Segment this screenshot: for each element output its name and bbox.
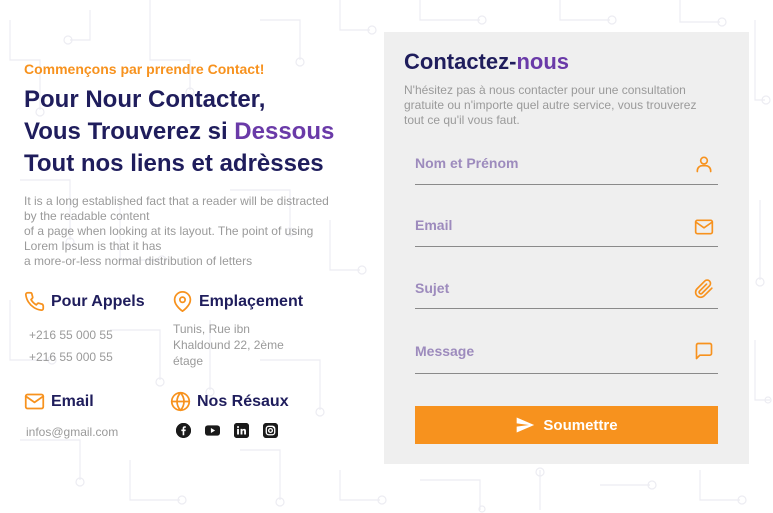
address-line-3: étage — [173, 354, 204, 368]
phone-number-2[interactable]: +216 55 000 55 — [29, 349, 145, 365]
mail-icon — [24, 393, 45, 410]
form-title-accent: nous — [516, 49, 570, 74]
headline-line-2-accent: Dessous — [234, 118, 335, 145]
phone-icon — [24, 291, 45, 312]
message-square-icon — [695, 342, 713, 360]
email-title-text: Email — [51, 392, 94, 410]
linkedin-icon[interactable] — [234, 423, 249, 438]
form-title-part-1: Contactez- — [404, 49, 517, 74]
intro-section: Commençons par prrendre Contact! Pour No… — [24, 60, 374, 269]
location-title-text: Emplaçement — [199, 292, 304, 310]
form-desc-line-1: N'hésitez pas à nous contacter pour une … — [404, 83, 686, 97]
subject-field-placeholder: Sujet — [415, 280, 450, 296]
desc-line-2: by the readable content — [24, 209, 150, 223]
message-field-placeholder: Message — [415, 343, 475, 359]
phone-number-1[interactable]: +216 55 000 55 — [29, 327, 145, 343]
subject-field[interactable]: Sujet — [415, 274, 718, 309]
intro-description: It is a long established fact that a rea… — [24, 194, 374, 269]
map-pin-icon — [173, 291, 192, 312]
youtube-icon[interactable] — [205, 423, 220, 438]
form-desc-line-2: gratuite ou n'importe quel autre service… — [404, 98, 697, 112]
message-field[interactable]: Message — [415, 336, 718, 374]
name-field[interactable]: Nom et Prénom — [415, 150, 718, 185]
form-description: N'hésitez pas à nous contacter pour une … — [404, 83, 724, 128]
form-desc-line-3: tout ce qu'il vous faut. — [404, 113, 520, 127]
contact-form-panel: Contactez-nous N'hésitez pas à nous cont… — [384, 32, 749, 464]
headline-line-2-part-1: Vous Trouverez si — [24, 118, 235, 145]
mail-icon — [694, 219, 714, 235]
paperclip-icon — [694, 279, 713, 299]
user-icon — [696, 156, 712, 173]
kicker-text: Commençons par prrendre Contact! — [24, 61, 265, 77]
email-field-placeholder: Email — [415, 217, 453, 233]
location-title: Emplaçement — [172, 291, 303, 312]
desc-line-5: a more-or-less normal distribution of le… — [24, 254, 253, 268]
networks-title-text: Nos Résaux — [197, 392, 289, 410]
submit-button-label: Soumettre — [543, 416, 618, 434]
desc-line-1: It is a long established fact that a rea… — [24, 194, 329, 208]
email-address-link[interactable]: infos@gmail.com — [26, 424, 118, 440]
submit-button[interactable]: Soumettre — [415, 406, 718, 444]
desc-line-4: Lorem Ipsum is that it has — [24, 239, 162, 253]
calls-title: Pour Appels — [24, 291, 145, 312]
facebook-icon[interactable] — [176, 423, 191, 438]
networks-title: Nos Résaux — [170, 391, 289, 412]
email-title: Email — [24, 391, 118, 412]
networks-block: Nos Résaux — [170, 391, 289, 438]
social-links — [176, 423, 289, 438]
location-block: Emplaçement Tunis, Rue ibn Khaldound 22,… — [172, 291, 303, 369]
desc-line-3: of a page when looking at its layout. Th… — [24, 224, 314, 238]
address-line-1: Tunis, Rue ibn — [173, 322, 250, 336]
globe-icon — [170, 391, 191, 412]
headline-line-2: Vous Trouverez si Dessous — [24, 116, 374, 148]
email-field[interactable]: Email — [415, 212, 718, 247]
email-block: Email infos@gmail.com — [24, 391, 118, 440]
address-line-2: Khaldound 22, 2ème — [173, 338, 284, 352]
form-title: Contactez-nous — [404, 49, 729, 75]
headline-line-3: Tout nos liens et adrèsses — [24, 150, 324, 177]
headline-line-1: Pour Nour Contacter, — [24, 86, 266, 113]
calls-block: Pour Appels +216 55 000 55 +216 55 000 5… — [24, 291, 145, 365]
page-headline: Pour Nour Contacter, Vous Trouverez si D… — [24, 84, 374, 180]
instagram-icon[interactable] — [263, 423, 278, 438]
send-icon — [517, 417, 535, 433]
calls-title-text: Pour Appels — [51, 292, 145, 310]
name-field-placeholder: Nom et Prénom — [415, 155, 519, 171]
